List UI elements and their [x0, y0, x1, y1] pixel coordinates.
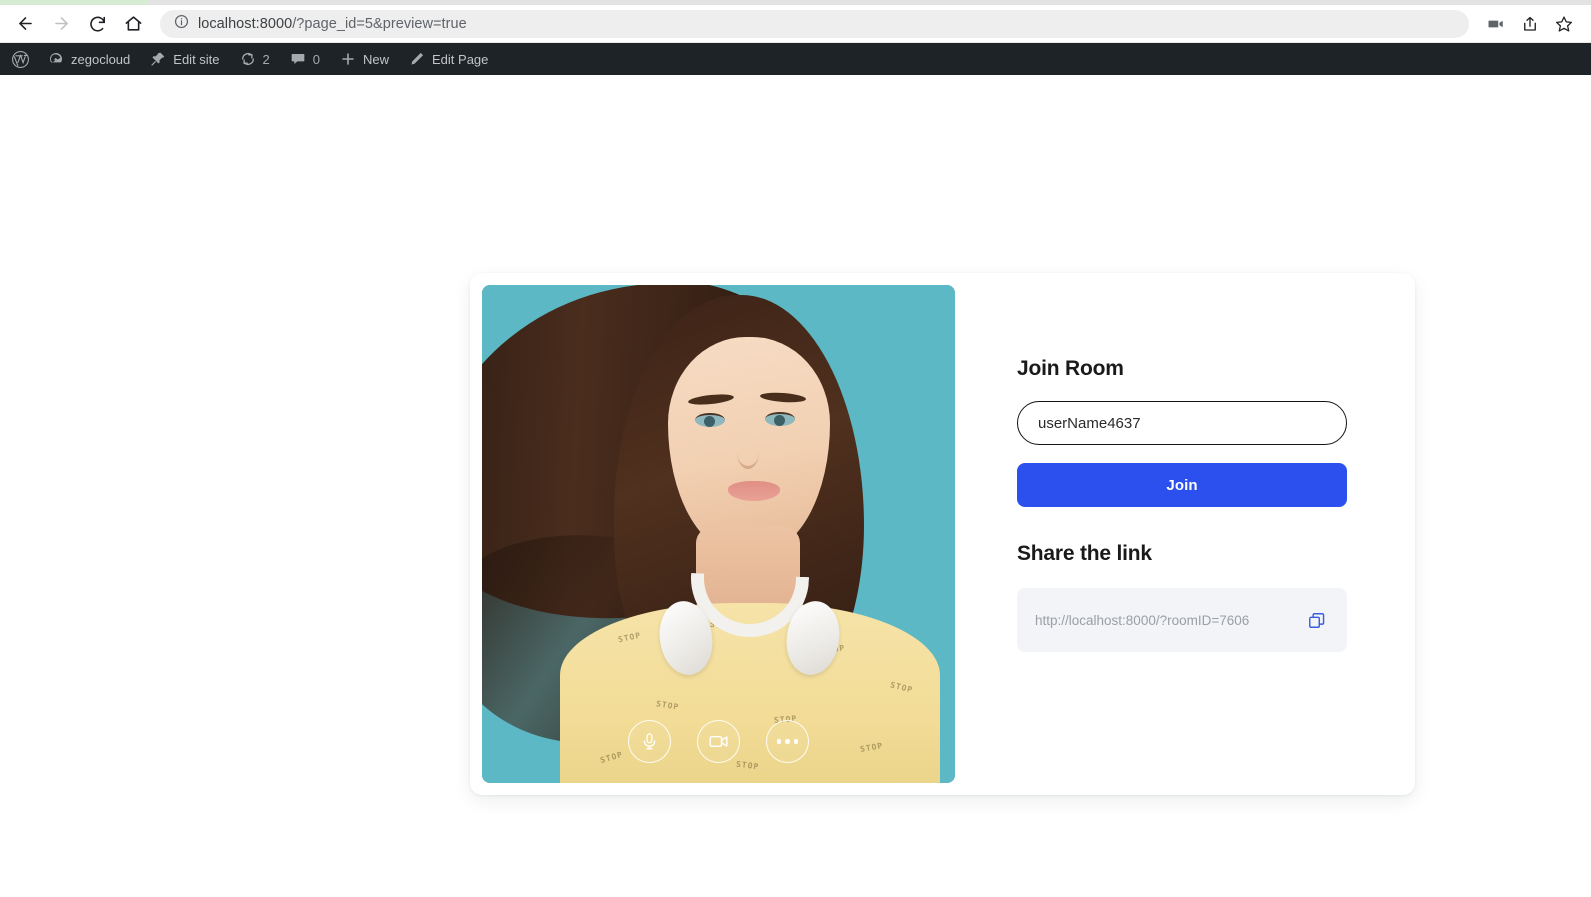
toolbar-right-icons: [1481, 9, 1579, 39]
wp-admin-bar: zegocloud Edit site 2 0: [0, 43, 1591, 75]
wp-edit-page[interactable]: Edit Page: [399, 43, 498, 75]
more-options-button[interactable]: [766, 720, 809, 763]
wp-comments-count: 0: [313, 53, 320, 66]
wp-edit-page-label: Edit Page: [432, 53, 488, 66]
camera-toggle-button[interactable]: [697, 720, 740, 763]
page-content: STOP STOP STOP STOP STOP STOP STOP STOP …: [0, 75, 1591, 897]
wp-updates-count: 2: [263, 53, 270, 66]
comment-bubble-icon: [290, 51, 306, 67]
ellipsis-icon: [777, 739, 799, 744]
copy-icon: [1307, 611, 1326, 630]
wp-edit-site[interactable]: Edit site: [140, 43, 229, 75]
video-camera-icon[interactable]: [1481, 9, 1511, 39]
address-bar[interactable]: localhost:8000/?page_id=5&preview=true: [160, 10, 1469, 38]
share-link-title: Share the link: [1017, 542, 1347, 566]
shirt-word: STOP: [889, 680, 914, 694]
share-link-box[interactable]: http://localhost:8000/?roomID=7606: [1017, 588, 1347, 652]
bookmark-star-icon[interactable]: [1549, 9, 1579, 39]
browser-tab-strip: [0, 0, 1591, 5]
reload-icon[interactable]: [80, 7, 114, 41]
microphone-icon: [640, 732, 659, 751]
pencil-icon: [409, 51, 425, 67]
portrait-nose: [737, 435, 759, 469]
join-room-card: STOP STOP STOP STOP STOP STOP STOP STOP …: [470, 273, 1415, 795]
share-link-url: http://localhost:8000/?roomID=7606: [1035, 613, 1249, 628]
local-video-preview[interactable]: STOP STOP STOP STOP STOP STOP STOP STOP …: [482, 285, 955, 783]
microphone-toggle-button[interactable]: [628, 720, 671, 763]
updates-icon: [240, 51, 256, 67]
wp-edit-site-label: Edit site: [173, 53, 219, 66]
wp-site-name[interactable]: zegocloud: [38, 43, 140, 75]
info-circle-icon[interactable]: [174, 14, 189, 34]
username-input[interactable]: [1017, 401, 1347, 445]
wp-comments[interactable]: 0: [280, 43, 330, 75]
url-host: localhost:8000: [198, 16, 292, 32]
back-arrow-icon[interactable]: [8, 7, 42, 41]
shirt-word: STOP: [655, 699, 679, 712]
wp-new-content[interactable]: New: [330, 43, 399, 75]
wordpress-logo-icon: [11, 50, 30, 69]
pin-icon: [150, 51, 166, 67]
forward-arrow-icon[interactable]: [44, 7, 78, 41]
copy-link-button[interactable]: [1304, 608, 1328, 632]
join-room-title: Join Room: [1017, 357, 1347, 381]
dashboard-icon: [48, 51, 64, 67]
join-form-panel: Join Room Join Share the link http://loc…: [955, 285, 1403, 783]
video-control-bar: [482, 720, 955, 763]
browser-toolbar: localhost:8000/?page_id=5&preview=true: [0, 5, 1591, 43]
wp-site-name-label: zegocloud: [71, 53, 130, 66]
home-icon[interactable]: [116, 7, 150, 41]
wp-logo-menu[interactable]: [2, 43, 38, 75]
portrait-eye-right: [765, 412, 795, 426]
share-icon[interactable]: [1515, 9, 1545, 39]
video-camera-icon: [708, 731, 729, 752]
join-button[interactable]: Join: [1017, 463, 1347, 507]
plus-icon: [340, 51, 356, 67]
portrait-eye-left: [695, 413, 725, 427]
shirt-word: STOP: [617, 631, 642, 645]
wp-new-label: New: [363, 53, 389, 66]
url-path: /?page_id=5&preview=true: [292, 16, 467, 32]
wp-updates[interactable]: 2: [230, 43, 280, 75]
address-bar-url: localhost:8000/?page_id=5&preview=true: [198, 16, 467, 32]
